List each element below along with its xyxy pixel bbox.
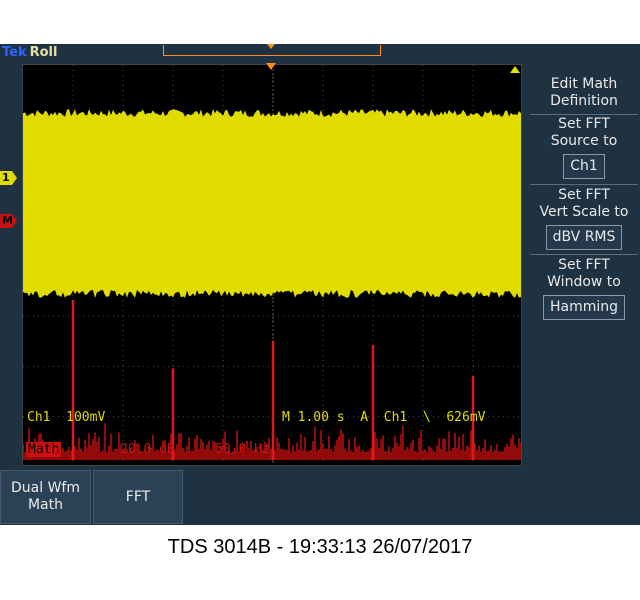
menu-divider [530, 184, 638, 185]
graticule-svg [23, 65, 521, 465]
dual-wfm-math-button[interactable]: Dual Wfm Math [0, 470, 91, 524]
timebase-trigger-readout: M 1.00 s A Ch1 \ 626mV [282, 410, 486, 425]
trigger-level-icon [510, 66, 520, 73]
fft-spectrum [23, 300, 521, 460]
brand-and-mode: Tek Roll [2, 45, 57, 60]
menu-divider [530, 254, 638, 255]
fft-window-option[interactable]: Set FFT Window to Hamming [528, 257, 640, 320]
fft-source-value[interactable]: Ch1 [563, 154, 605, 179]
fft-source-label-2: Source to [550, 133, 618, 149]
bottom-menu: Dual Wfm Math FFT [0, 470, 640, 525]
ch1-scale-readout: Ch1 100mV [27, 410, 106, 425]
menu-divider [530, 114, 638, 115]
math-scale-readout: 20.0 dB [120, 442, 175, 457]
fft-scale-value[interactable]: dBV RMS [545, 225, 623, 250]
dual-wfm-label-2: Math [27, 497, 63, 513]
fft-window-label-1: Set FFT [558, 257, 610, 273]
top-status-bar: Tek Roll [0, 44, 640, 64]
fft-source-label-1: Set FFT [558, 116, 610, 132]
acquisition-mode: Roll [29, 45, 58, 60]
fft-button[interactable]: FFT [93, 470, 183, 524]
trigger-position-icon [266, 63, 276, 70]
menu-title-line-1: Edit Math [550, 76, 618, 92]
fft-source-option[interactable]: Set FFT Source to Ch1 [528, 116, 640, 179]
record-position-marker [267, 44, 275, 49]
oscilloscope-screen: Tek Roll 1 M Ch1 100mV M 1.00 s A Ch1 \ 6… [0, 44, 640, 525]
fft-scale-option[interactable]: Set FFT Vert Scale to dBV RMS [528, 187, 640, 250]
menu-title[interactable]: Edit Math Definition [528, 76, 640, 110]
menu-title-line-2: Definition [550, 93, 618, 109]
ch1-waveform [23, 109, 521, 298]
fft-scale-label-2: Vert Scale to [539, 204, 629, 220]
math-label-badge: Math [26, 442, 62, 457]
fft-window-label-2: Window to [547, 274, 621, 290]
brand-logo: Tek [2, 45, 27, 60]
math-ground-marker[interactable]: M [0, 214, 17, 228]
dual-wfm-label-1: Dual Wfm [11, 480, 80, 496]
fft-scale-label-1: Set FFT [558, 187, 610, 203]
instrument-caption: TDS 3014B - 19:33:13 26/07/2017 [167, 536, 473, 558]
waveform-graticule [22, 64, 522, 466]
side-menu: Edit Math Definition Set FFT Source to C… [528, 74, 640, 454]
ch1-ground-marker[interactable]: 1 [0, 171, 17, 185]
fft-window-value[interactable]: Hamming [542, 295, 626, 320]
math-frequency-readout: 50.0 Hz [215, 442, 270, 457]
